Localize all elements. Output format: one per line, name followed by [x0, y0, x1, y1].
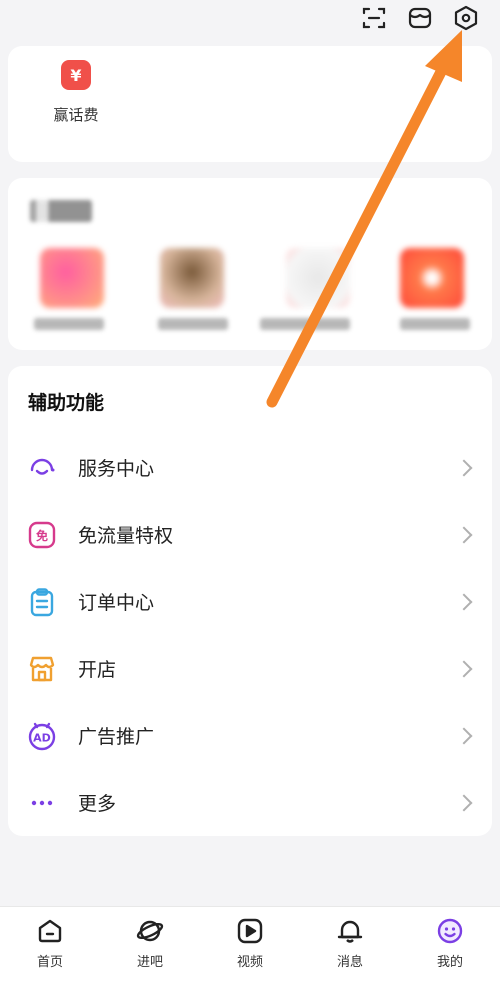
tab-forum[interactable]: 进吧 [100, 907, 200, 982]
video-icon [237, 918, 263, 944]
currency-icon: ¥ [61, 60, 91, 90]
store-icon[interactable] [406, 4, 434, 32]
free-data-icon: 免 [26, 519, 58, 551]
tab-home[interactable]: 首页 [0, 907, 100, 982]
recent-caption-blurred [34, 318, 104, 330]
aux-item-open-shop[interactable]: 开店 [8, 635, 492, 702]
aux-item-free-data[interactable]: 免 免流量特权 [8, 501, 492, 568]
headset-icon [26, 452, 58, 484]
clipboard-icon [26, 586, 58, 618]
ad-glyph: AD [33, 731, 51, 744]
free-data-glyph: 免 [36, 528, 48, 543]
aux-list: 服务中心 免 免流量特权 订单中心 开店 AD 广告推广 更多 [8, 434, 492, 836]
chevron-right-icon [455, 593, 473, 610]
tab-messages[interactable]: 消息 [300, 907, 400, 982]
tab-profile[interactable]: 我的 [400, 907, 500, 982]
home-icon [38, 919, 62, 943]
aux-item-label: 免流量特权 [78, 525, 174, 547]
tab-label: 我的 [436, 955, 463, 970]
more-icon [26, 787, 58, 819]
topup-entry[interactable]: ¥ 赢话费 [40, 60, 112, 125]
recent-thumbnail[interactable] [286, 248, 350, 308]
ad-icon: AD [26, 720, 58, 752]
tab-label: 进吧 [136, 955, 163, 970]
topup-card: ¥ 赢话费 [8, 46, 492, 162]
tab-label: 首页 [36, 955, 63, 970]
aux-item-label: 更多 [78, 793, 117, 815]
tab-video[interactable]: 视频 [200, 907, 300, 982]
recent-card [8, 178, 492, 350]
top-bar [0, 0, 500, 44]
tab-label: 消息 [336, 955, 363, 970]
scan-icon[interactable] [360, 4, 388, 32]
aux-section-title: 辅助功能 [28, 392, 105, 414]
recent-thumbnail[interactable] [160, 248, 224, 308]
chevron-right-icon [455, 660, 473, 677]
chevron-right-icon [455, 727, 473, 744]
chevron-right-icon [455, 526, 473, 543]
bell-icon [337, 920, 363, 943]
aux-functions-card: 辅助功能 服务中心 免 免流量特权 订单中心 开店 AD 广告推广 更多 [8, 366, 492, 836]
recent-thumbnail[interactable] [400, 248, 464, 308]
aux-item-ad-promotion[interactable]: AD 广告推广 [8, 702, 492, 769]
recent-thumbnail[interactable] [40, 248, 104, 308]
planet-icon [136, 920, 164, 942]
recent-caption-blurred [400, 318, 470, 330]
aux-item-order-center[interactable]: 订单中心 [8, 568, 492, 635]
aux-item-label: 广告推广 [78, 726, 155, 748]
profile-icon [437, 918, 463, 944]
tab-label: 视频 [236, 955, 263, 970]
recent-caption-blurred [260, 318, 350, 330]
recent-title-blurred [30, 200, 92, 222]
aux-item-label: 开店 [78, 659, 117, 681]
recent-caption-blurred [158, 318, 228, 330]
chevron-right-icon [455, 459, 473, 476]
aux-item-label: 订单中心 [78, 592, 155, 614]
chevron-right-icon [455, 794, 473, 811]
shop-icon [26, 653, 58, 685]
aux-item-service-center[interactable]: 服务中心 [8, 434, 492, 501]
topup-label: 赢话费 [53, 106, 99, 124]
bottom-tab-bar: 首页 进吧 视频 消息 我的 [0, 906, 500, 982]
aux-item-more[interactable]: 更多 [8, 769, 492, 836]
settings-icon[interactable] [452, 4, 480, 32]
aux-item-label: 服务中心 [78, 458, 155, 480]
